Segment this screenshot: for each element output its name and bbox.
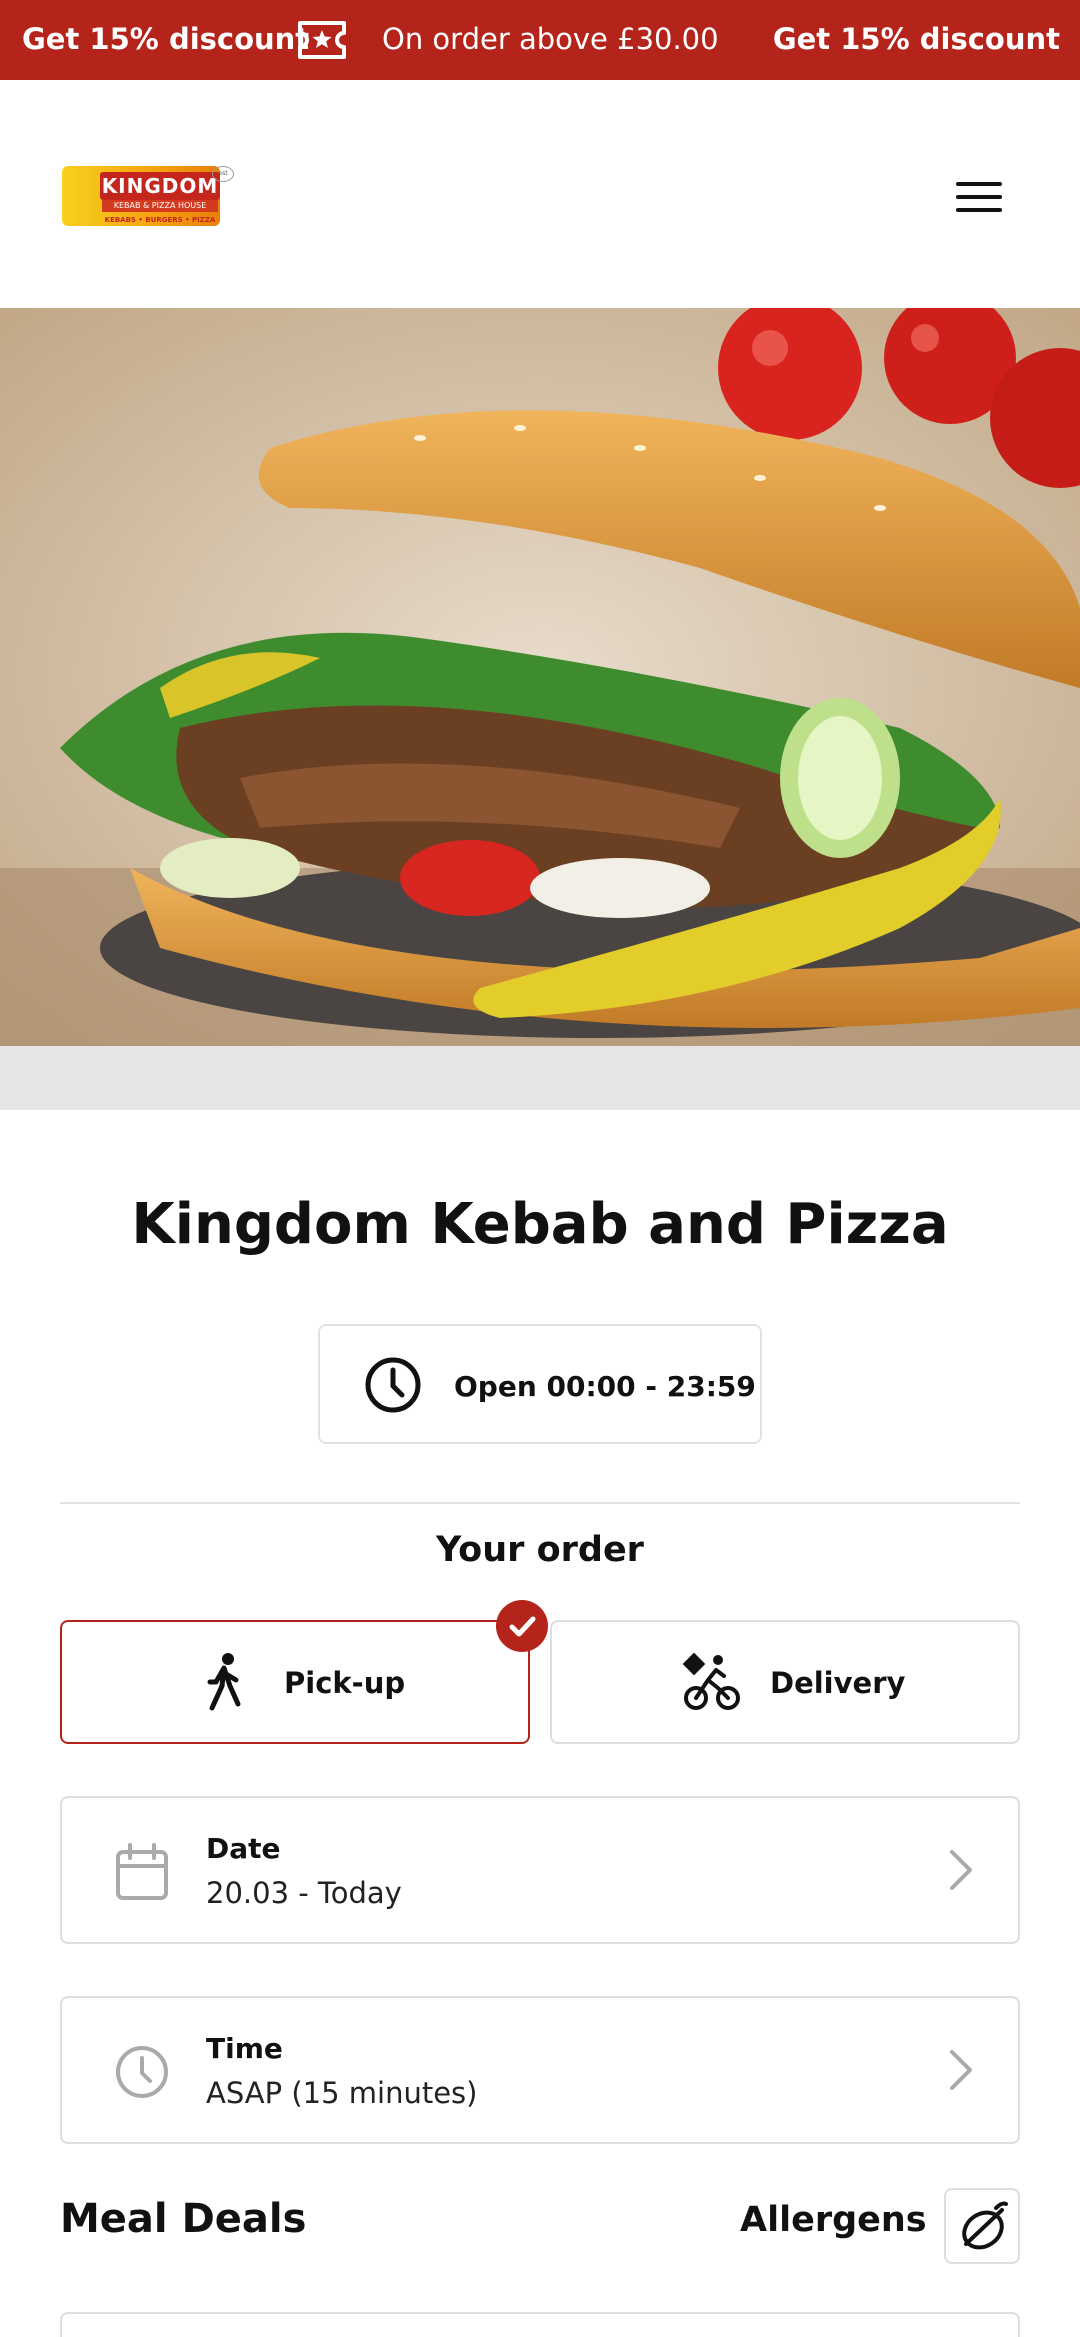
logo-badge: est: [212, 166, 234, 182]
hamburger-menu-icon[interactable]: [950, 172, 1010, 222]
logo-subtitle: KEBAB & PIZZA HOUSE: [102, 200, 218, 212]
promo-discount-left: Get 15% discount: [22, 22, 310, 56]
restaurant-name: Kingdom Kebab and Pizza: [131, 1192, 949, 1257]
opening-hours: Open 00:00 - 23:59: [318, 1324, 762, 1444]
discount-ticket-icon: [298, 21, 346, 59]
hero-bottom-strip: [0, 1046, 1080, 1110]
pickup-label: Pick-up: [284, 1666, 406, 1700]
meal-deal-card[interactable]: [60, 2312, 1020, 2337]
date-value: 20.03 - Today: [206, 1876, 402, 1910]
delivery-bike-icon: [682, 1652, 740, 1710]
restaurant-logo[interactable]: KINGDOM KEBAB & PIZZA HOUSE KEBABS • BUR…: [62, 166, 242, 232]
date-label: Date: [206, 1832, 281, 1865]
clock-icon: [116, 2046, 168, 2098]
delivery-label: Delivery: [770, 1666, 906, 1700]
site-header: KINGDOM KEBAB & PIZZA HOUSE KEBABS • BUR…: [0, 80, 1080, 308]
chevron-right-icon: [950, 2050, 972, 2090]
allergen-filter-icon: [962, 2201, 1008, 2250]
pickup-option[interactable]: Pick-up: [60, 1620, 530, 1744]
opening-hours-text: Open 00:00 - 23:59: [454, 1370, 756, 1403]
logo-tagline: KEBABS • BURGERS • PIZZA: [104, 216, 216, 224]
your-order-heading: Your order: [436, 1530, 644, 1570]
allergen-filter-button[interactable]: [944, 2188, 1020, 2264]
promo-banner: Get 15% discount On order above £30.00 G…: [0, 0, 1080, 80]
promo-discount-right: Get 15% discount: [772, 22, 1060, 56]
hero-image: [0, 308, 1080, 1046]
promo-condition: On order above £30.00: [382, 22, 719, 56]
walking-person-icon: [207, 1653, 241, 1711]
time-label: Time: [206, 2032, 283, 2065]
calendar-icon: [116, 1843, 168, 1900]
selected-check-icon: [496, 1600, 548, 1652]
time-selector[interactable]: Time ASAP (15 minutes): [60, 1996, 1020, 2144]
allergens-label[interactable]: Allergens: [740, 2200, 927, 2240]
section-divider: [60, 1502, 1020, 1504]
time-value: ASAP (15 minutes): [206, 2076, 478, 2110]
clock-icon: [365, 1357, 421, 1413]
date-selector[interactable]: Date 20.03 - Today: [60, 1796, 1020, 1944]
chevron-right-icon: [950, 1850, 972, 1890]
delivery-option[interactable]: Delivery: [550, 1620, 1020, 1744]
logo-title: KINGDOM: [100, 172, 220, 200]
meal-deals-heading: Meal Deals: [60, 2196, 307, 2242]
kebab-illustration: [0, 308, 1080, 1046]
